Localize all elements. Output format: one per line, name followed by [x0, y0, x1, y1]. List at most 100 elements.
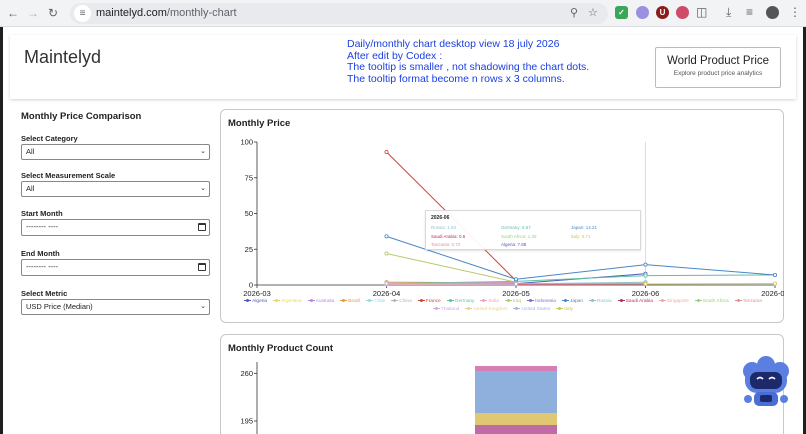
site-header: Maintelyd Daily/monthly chart desktop vi… [10, 35, 796, 99]
bookmark-star-icon[interactable]: ☆ [588, 6, 598, 19]
scale-select[interactable]: All ⌄ [21, 181, 210, 197]
legend-swatch [307, 299, 315, 303]
browser-toolbar: ← → ↻ ≡ maintelyd.com/monthly-chart ⚲ ☆ … [0, 0, 806, 27]
legend-item[interactable]: France [417, 298, 441, 306]
legend-item[interactable]: Iraq [504, 298, 522, 306]
data-point [643, 281, 648, 286]
calendar-icon[interactable] [198, 263, 206, 271]
legend-item[interactable]: Japan [561, 298, 583, 306]
legend-item[interactable]: United Kingdom [465, 306, 507, 314]
chevron-down-icon: ⌄ [200, 148, 206, 155]
data-point [384, 281, 389, 286]
y-tick-label: 260 [240, 369, 253, 378]
legend-item[interactable]: Argentina [273, 298, 302, 306]
x-tick-label: 2026-07 [761, 289, 784, 298]
dev-note-line: The tooltip is smaller , not shadowing t… [347, 61, 590, 73]
legend-item[interactable]: Saudi Arabia [617, 298, 653, 306]
bar-segment [475, 413, 557, 425]
legend-label: United Kingdom [473, 306, 508, 312]
site-settings-icon[interactable]: ≡ [74, 5, 91, 22]
data-point [643, 273, 648, 278]
legend-label: Argentina [281, 299, 302, 304]
legend-item[interactable]: Brazil [340, 298, 360, 306]
legend-item[interactable]: Indonesia [527, 298, 556, 306]
chevron-down-icon: ⌄ [200, 185, 206, 192]
x-tick-label: 2026-06 [632, 289, 660, 298]
legend-item[interactable]: India [480, 298, 499, 306]
legend-swatch [446, 299, 454, 303]
legend-swatch [504, 299, 512, 303]
bar-segment [475, 366, 557, 371]
legend-label: Brazil [348, 299, 361, 304]
legend-swatch [366, 299, 374, 303]
product-price-card[interactable]: World Product Price Explore product pric… [655, 47, 781, 88]
start-month-input[interactable]: -------- ---- [21, 219, 210, 236]
legend-item[interactable]: Russia [589, 298, 612, 306]
legend-label: Thailand [440, 306, 460, 312]
dev-note-line: The tooltip format become n rows x 3 col… [347, 72, 565, 85]
legend-item[interactable]: Tanzania [734, 298, 762, 306]
legend-swatch [617, 299, 625, 303]
reload-icon[interactable]: ↻ [45, 5, 61, 21]
forward-icon[interactable]: → [25, 5, 41, 21]
assistant-robot-icon[interactable] [740, 355, 792, 413]
legend-item[interactable]: China [391, 298, 412, 306]
y-tick-label: 195 [240, 417, 253, 426]
legend-swatch [417, 299, 425, 303]
legend-swatch [480, 299, 488, 303]
reading-list-icon[interactable]: ≡ [746, 5, 753, 19]
chart-tooltip: 2026-06 Russia: 1.93 Germany: 6.57 Japan… [425, 210, 641, 250]
product-price-title: World Product Price [666, 55, 770, 67]
legend-item[interactable]: Italy [556, 306, 573, 314]
legend-label: United States [521, 306, 551, 312]
legend-label: Tanzania [742, 299, 762, 304]
product-count-chart[interactable]: 195 260 [220, 334, 784, 434]
category-select[interactable]: All ⌄ [21, 144, 210, 160]
legend-item[interactable]: Chile [366, 298, 385, 306]
scale-value: All [26, 184, 35, 193]
legend-item[interactable]: South Africa [694, 298, 729, 306]
legend-item[interactable]: Thailand [432, 306, 460, 314]
extension-shield-icon[interactable] [676, 6, 689, 19]
zoom-icon[interactable]: ⚲ [570, 6, 578, 19]
x-tick-label: 2026-04 [373, 289, 401, 298]
legend-label: Chile [374, 299, 386, 304]
tooltip-cell: Germany: 6.57 [501, 225, 531, 230]
calendar-icon[interactable] [198, 223, 206, 231]
legend-swatch [694, 299, 702, 303]
legend-item[interactable]: United States [513, 306, 550, 314]
metric-select[interactable]: USD Price (Median) ⌄ [21, 299, 210, 315]
series-line-germany [386, 274, 776, 285]
legend-label: Russia [597, 299, 612, 304]
legend-item[interactable]: Australia [307, 298, 334, 306]
download-icon[interactable]: ⤓ [726, 5, 731, 20]
legend-swatch [340, 299, 348, 303]
menu-dots-icon[interactable]: ⋮ [789, 5, 801, 19]
extension-feather-icon[interactable] [636, 6, 649, 19]
legend-item[interactable]: Singapore [658, 298, 689, 306]
legend-swatch [556, 306, 564, 310]
profile-avatar-icon[interactable] [766, 6, 779, 19]
legend-swatch [244, 299, 252, 303]
extension-check-icon[interactable]: ✓ [615, 6, 628, 19]
legend-label: Indonesia [535, 299, 556, 304]
category-label: Select Category [21, 134, 78, 143]
y-tick-label: 100 [240, 138, 253, 147]
end-month-input[interactable]: -------- ---- [21, 259, 210, 276]
extension-u-icon[interactable]: U [656, 6, 669, 19]
start-month-label: Start Month [21, 209, 63, 218]
legend-swatch [589, 299, 597, 303]
url-text[interactable]: maintelyd.com/monthly-chart [96, 7, 237, 19]
legend-item[interactable]: Germany [446, 298, 474, 306]
legend-item[interactable]: Algeria [244, 298, 267, 306]
extensions-puzzle-icon[interactable]: ◫ [696, 5, 707, 19]
bar-segment [475, 371, 557, 413]
address-bar[interactable]: ≡ maintelyd.com/monthly-chart ⚲ ☆ [70, 3, 608, 24]
legend-label: Iraq [512, 299, 522, 304]
category-value: All [26, 147, 35, 156]
legend-swatch [273, 299, 281, 303]
back-icon[interactable]: ← [5, 5, 21, 21]
brand-title[interactable]: Maintelyd [24, 47, 101, 68]
legend-label: Saudi Arabia [625, 299, 653, 304]
data-point [384, 234, 389, 239]
